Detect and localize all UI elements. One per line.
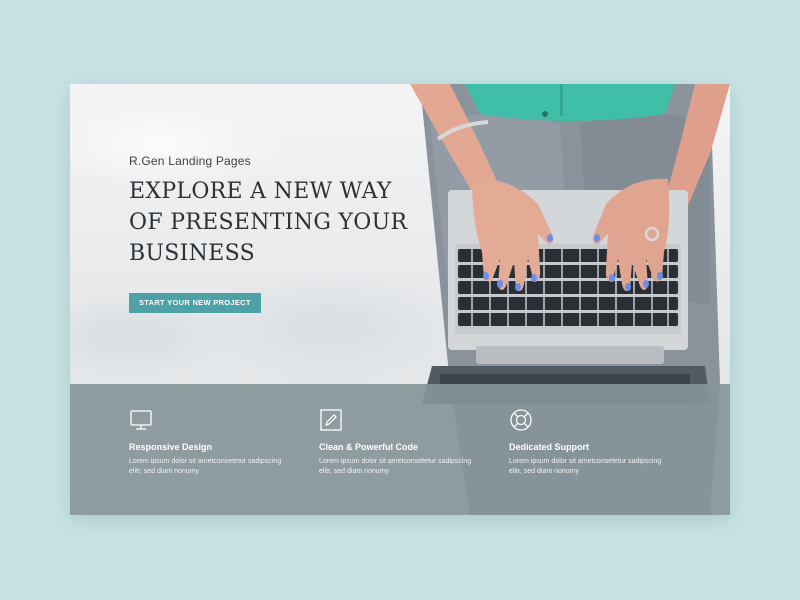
pencil-icon [320, 409, 342, 431]
feature-description: Lorem ipsum dolor sit ametconsetetur sad… [319, 457, 484, 477]
landing-page-mockup: R.Gen Landing Pages EXPLORE A NEW WAY OF… [70, 84, 730, 515]
start-project-button[interactable]: START YOUR NEW PROJECT [129, 293, 261, 313]
feature-title: Clean & Powerful Code [319, 442, 419, 452]
feature-description-line-2: elitr, sed diam nonumy [319, 468, 390, 475]
feature-description: Lorem ipsum dolor sit ametconsetetur sad… [129, 457, 294, 477]
feature-description-line-2: elitr, sed diam nonumy [509, 468, 580, 475]
lifebuoy-icon [510, 409, 532, 431]
feature-dedicated-support: Dedicated Support Lorem ipsum dolor sit … [509, 408, 674, 477]
brand-name: R.Gen Landing Pages [129, 154, 251, 168]
headline-line-2: OF PRESENTING YOUR [129, 210, 408, 235]
feature-clean-code: Clean & Powerful Code Lorem ipsum dolor … [319, 408, 484, 477]
feature-description-line-2: elitr, sed diam nonumy [129, 468, 200, 475]
feature-title: Dedicated Support [509, 442, 590, 452]
feature-responsive-design: Responsive Design Lorem ipsum dolor sit … [129, 408, 294, 477]
feature-title: Responsive Design [129, 442, 213, 452]
hero-text: R.Gen Landing Pages EXPLORE A NEW WAY OF… [129, 154, 429, 269]
feature-description-line-1: Lorem ipsum dolor sit ametconsetetur sad… [319, 458, 472, 465]
feature-description-line-1: Lorem ipsum dolor sit ametconsetetur sad… [129, 458, 282, 465]
feature-description: Lorem ipsum dolor sit ametconsetetur sad… [509, 457, 674, 477]
headline-line-3: BUSINESS [129, 241, 255, 266]
features-band: Responsive Design Lorem ipsum dolor sit … [70, 384, 730, 515]
feature-description-line-1: Lorem ipsum dolor sit ametconsetetur sad… [509, 458, 662, 465]
headline-line-1: EXPLORE A NEW WAY [129, 179, 392, 204]
monitor-icon [130, 410, 152, 430]
hero-headline: EXPLORE A NEW WAY OF PRESENTING YOUR BUS… [129, 176, 429, 269]
